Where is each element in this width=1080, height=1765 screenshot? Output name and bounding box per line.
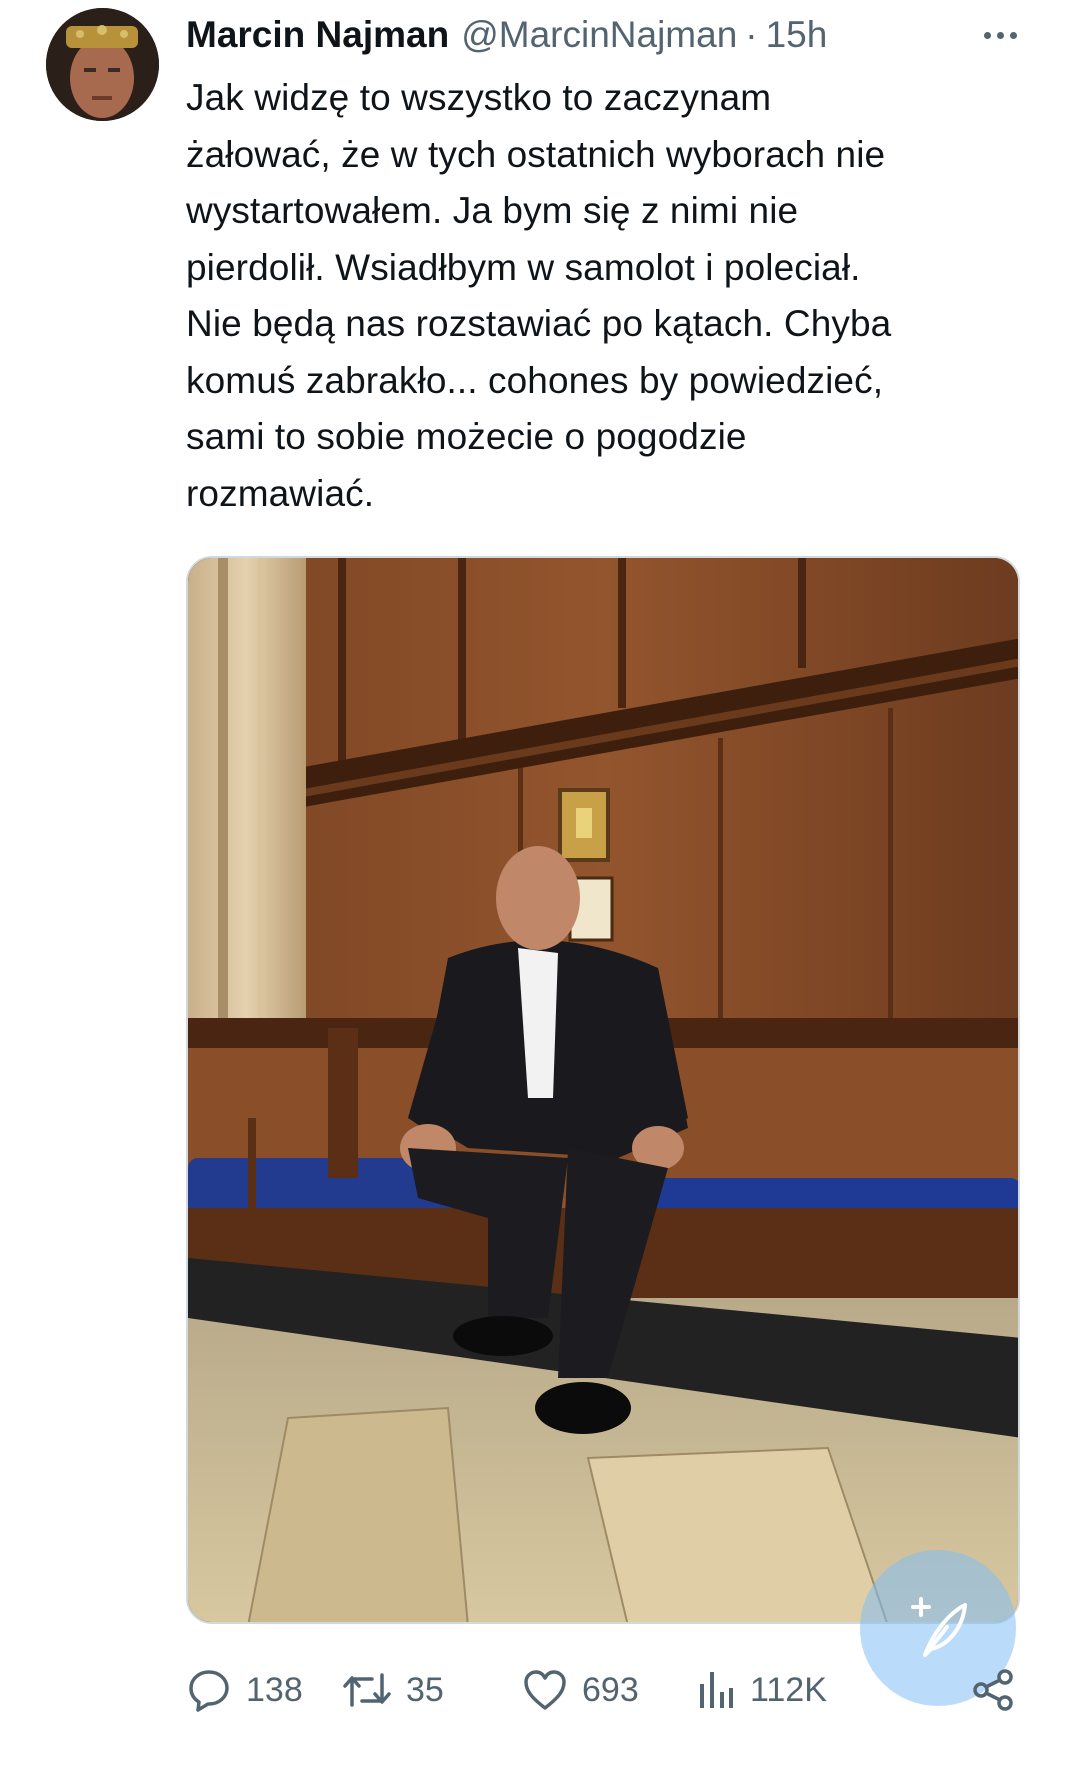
share-button[interactable] — [972, 1660, 1016, 1720]
avatar[interactable] — [46, 8, 159, 121]
tweet-text-line: sami to sobie możecie o pogodzie — [186, 416, 747, 457]
repost-count: 35 — [406, 1670, 444, 1709]
tweet-text-line: wystartowałem. Ja bym się z nimi nie — [186, 190, 799, 231]
like-button[interactable]: 693 — [522, 1660, 639, 1720]
views-icon — [700, 1672, 733, 1708]
author-name[interactable]: Marcin Najman — [186, 14, 449, 56]
reply-button[interactable]: 138 — [186, 1660, 303, 1720]
tweet-text-line: pierdolił. Wsiadłbym w samolot i polecia… — [186, 246, 861, 288]
views-count: 112K — [750, 1670, 827, 1709]
separator: · — [745, 14, 758, 55]
tweet-text-line: rozmawiać. — [186, 472, 375, 514]
tweet-time[interactable]: 15h — [766, 14, 828, 56]
compose-icon — [911, 1597, 967, 1657]
tweet-text-line: Jak widzę to wszystko to zaczynam — [186, 77, 772, 118]
more-horizontal-icon — [983, 31, 991, 39]
tweet-text: Jak widzę to wszystko to zaczynam żałowa… — [186, 70, 1016, 522]
tweet-text-line: żałować, że w tych ostatnich wyborach ni… — [186, 133, 886, 175]
repost-icon — [343, 1673, 391, 1707]
tweet-header: Marcin Najman @MarcinNajman · 15h — [186, 10, 1036, 60]
share-icon — [973, 1669, 1013, 1711]
more-options-button[interactable] — [974, 20, 1026, 50]
tweet-photo[interactable] — [186, 556, 1020, 1624]
reply-icon — [189, 1670, 229, 1712]
heart-icon — [524, 1670, 566, 1710]
tweet-text-line: Nie będą nas rozstawiać po kątach. Chyba — [186, 303, 892, 344]
views-button[interactable]: 112K — [696, 1660, 827, 1720]
reply-count: 138 — [246, 1670, 303, 1709]
repost-button[interactable]: 35 — [342, 1660, 444, 1720]
action-bar: 138 35 693 112K — [186, 1660, 1026, 1720]
avatar-image — [46, 8, 159, 121]
tweet-text-line: komuś zabrakło... cohones by powiedzieć, — [186, 359, 884, 401]
like-count: 693 — [582, 1670, 639, 1709]
photo-content — [188, 558, 1018, 1622]
author-handle[interactable]: @MarcinNajman — [461, 14, 737, 56]
